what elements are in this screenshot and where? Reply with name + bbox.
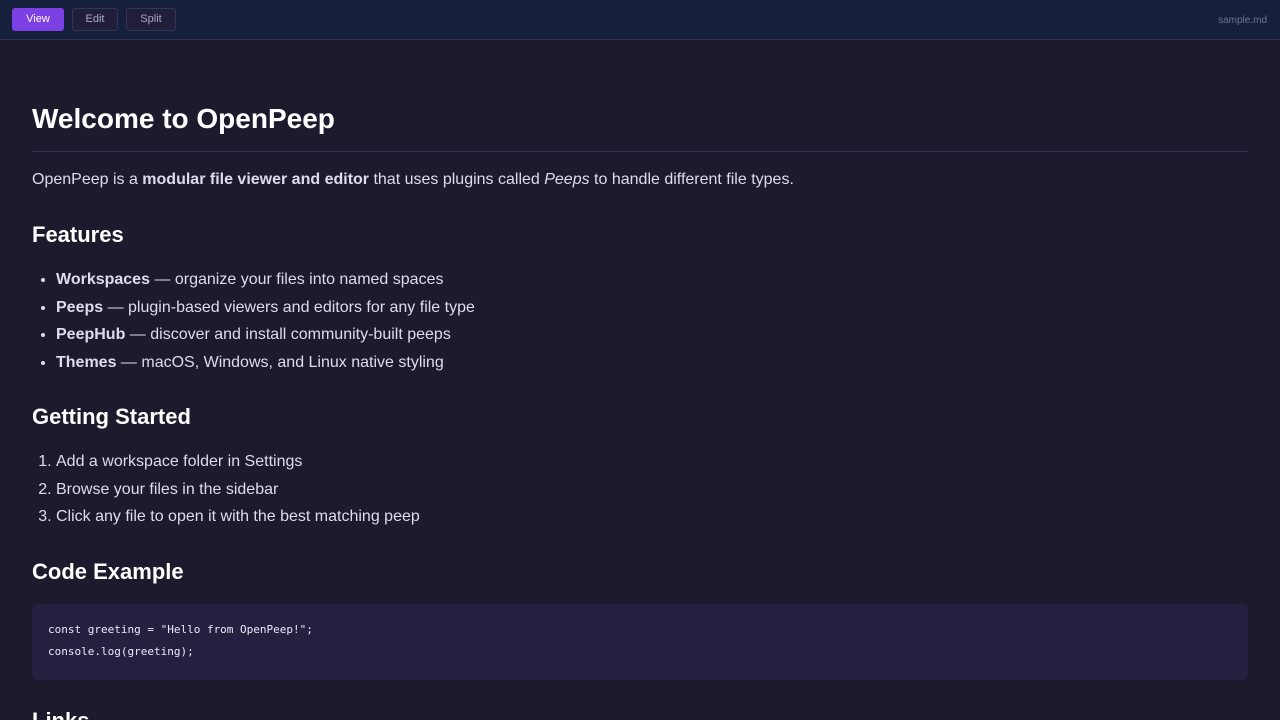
- features-heading: Features: [32, 222, 124, 247]
- title-divider: [32, 151, 1248, 152]
- features-list: Workspaces — organize your files into na…: [32, 266, 475, 376]
- feature-term: Themes: [56, 353, 117, 371]
- code-block: const greeting = "Hello from OpenPeep!";…: [32, 604, 1248, 680]
- feature-term: Peeps: [56, 298, 104, 316]
- intro-text-after: to handle different file types.: [589, 171, 794, 188]
- getting-started-heading: Getting Started: [32, 404, 191, 429]
- intro-text-before: OpenPeep is a: [32, 171, 143, 188]
- document-title: Welcome to OpenPeep: [32, 103, 335, 134]
- list-item: Peeps — plugin-based viewers and editors…: [56, 294, 475, 322]
- list-item: Click any file to open it with the best …: [56, 503, 420, 531]
- file-name-label: sample.md: [1218, 15, 1267, 26]
- links-heading: Links: [32, 706, 89, 720]
- feature-description: — organize your files into named spaces: [149, 271, 444, 288]
- split-mode-button[interactable]: Split: [126, 8, 176, 31]
- code-example-heading: Code Example: [32, 559, 184, 584]
- list-item: Themes — macOS, Windows, and Linux nativ…: [56, 349, 475, 377]
- intro-italic-text: Peeps: [544, 171, 590, 188]
- edit-mode-button[interactable]: Edit: [72, 8, 118, 31]
- feature-description: — discover and install community-built p…: [125, 326, 451, 343]
- feature-description: — macOS, Windows, and Linux native styli…: [116, 353, 444, 371]
- intro-text-middle: that uses plugins called: [369, 171, 545, 188]
- list-item: Add a workspace folder in Settings: [56, 448, 420, 476]
- list-item: Workspaces — organize your files into na…: [56, 266, 475, 294]
- getting-started-list: Add a workspace folder in Settings Brows…: [32, 448, 420, 531]
- feature-term: PeepHub: [56, 326, 126, 343]
- toolbar: View Edit Split sample.md: [0, 0, 1280, 40]
- view-mode-button[interactable]: View: [12, 8, 64, 31]
- code-line: const greeting = "Hello from OpenPeep!";: [48, 623, 313, 636]
- markdown-preview[interactable]: Welcome to OpenPeep OpenPeep is a modula…: [32, 40, 1248, 720]
- feature-term: Workspaces: [56, 271, 150, 288]
- list-item: Browse your files in the sidebar: [56, 476, 420, 504]
- code-line: console.log(greeting);: [48, 645, 194, 658]
- feature-description: — plugin-based viewers and editors for a…: [103, 298, 475, 316]
- intro-paragraph: OpenPeep is a modular file viewer and ed…: [32, 169, 794, 191]
- list-item: PeepHub — discover and install community…: [56, 321, 475, 349]
- intro-bold-text: modular file viewer and editor: [142, 171, 370, 188]
